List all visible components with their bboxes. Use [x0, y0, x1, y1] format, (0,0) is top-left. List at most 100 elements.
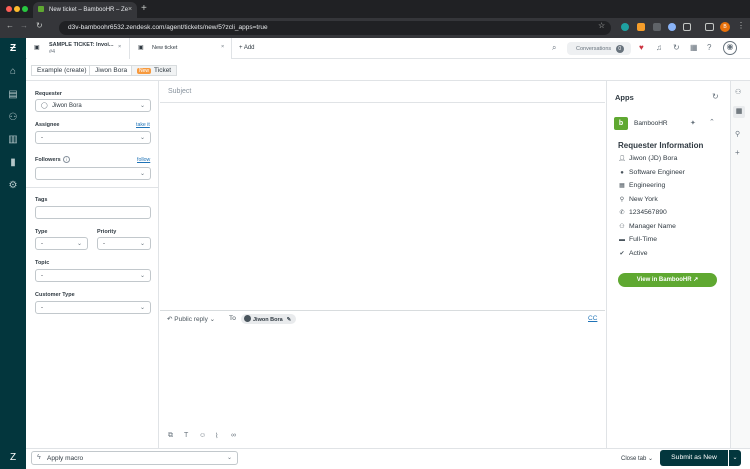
organizations-icon[interactable]: ▥: [7, 134, 19, 146]
reload-icon[interactable]: ↻: [36, 21, 43, 30]
breadcrumb-item[interactable]: Jiwon Bora: [89, 65, 134, 76]
close-tab-dropdown[interactable]: Close tab ⌄: [621, 455, 653, 462]
person-icon: 👤︎: [618, 156, 626, 162]
refresh-icon[interactable]: ↻: [673, 43, 680, 52]
bookmark-star-icon[interactable]: ☆: [598, 21, 605, 30]
extension-icon[interactable]: [668, 23, 676, 31]
ticket-tab-sample[interactable]: ▣ SAMPLE TICKET: Invoi... #4 ×: [27, 38, 130, 59]
products-grid-icon[interactable]: ▦: [690, 43, 698, 52]
reporting-icon[interactable]: ▮: [7, 157, 19, 169]
followers-field[interactable]: ⌄: [35, 167, 151, 180]
browser-menu-icon[interactable]: ⋮: [737, 21, 745, 30]
customers-icon[interactable]: ⚇: [7, 112, 19, 124]
notifications-bell-icon[interactable]: ♫: [656, 43, 662, 52]
tab-close-icon[interactable]: ×: [128, 6, 132, 13]
info-text: Manager Name: [629, 223, 676, 230]
apply-macro-dropdown[interactable]: ϟ Apply macro ⌄: [31, 451, 238, 465]
view-in-bamboohr-button[interactable]: View in BambooHR ↗: [618, 273, 717, 287]
breadcrumb-ticket[interactable]: New Ticket: [131, 65, 178, 76]
submit-options-chevron-icon[interactable]: ⌄: [729, 450, 741, 466]
type-select[interactable]: - ⌄: [35, 237, 88, 250]
ticket-icon: ▣: [34, 45, 40, 51]
customer-type-value: -: [41, 305, 43, 311]
assignee-value: -: [41, 135, 43, 141]
add-app-icon[interactable]: +: [735, 148, 740, 157]
recipient-chip[interactable]: Jiwon Bora ✎: [241, 314, 297, 324]
tab-close-icon[interactable]: ×: [221, 44, 224, 50]
requester-label: Requester: [35, 91, 62, 97]
ticket-tab-new[interactable]: ▣ New ticket ×: [130, 38, 232, 59]
info-row-department: ▦ Engineering: [618, 182, 665, 189]
back-arrow-icon[interactable]: ←: [6, 21, 14, 30]
add-tab-button[interactable]: + Add: [239, 45, 255, 51]
topic-select[interactable]: - ⌄: [35, 269, 151, 282]
reply-mode-label: Public reply: [174, 316, 208, 323]
requester-field[interactable]: ◯ Jiwon Bora ⌄: [35, 99, 151, 112]
extension-icon[interactable]: [653, 23, 661, 31]
priority-select[interactable]: - ⌄: [97, 237, 151, 250]
extensions-puzzle-icon[interactable]: [683, 23, 691, 31]
reply-body-input[interactable]: [160, 326, 605, 426]
check-icon: ✔: [619, 251, 625, 257]
emoji-icon[interactable]: ☺: [199, 432, 206, 439]
cc-link[interactable]: CC: [588, 315, 597, 322]
collapse-chevron-icon[interactable]: ⌃: [709, 118, 715, 126]
extension-icon[interactable]: [621, 23, 629, 31]
chevron-down-icon: ⌄: [646, 456, 654, 462]
info-row-name: 👤︎ Jiwon (JD) Bora: [618, 155, 677, 162]
reply-mode-dropdown[interactable]: ↶ Public reply ⌄: [167, 315, 215, 323]
browser-tab[interactable]: New ticket – BambooHR – Ze: [33, 2, 137, 18]
window-minimize-button[interactable]: [14, 6, 20, 12]
info-text: Full-Time: [629, 236, 658, 243]
take-it-link[interactable]: take it: [136, 122, 150, 128]
views-icon[interactable]: ▤: [7, 89, 19, 101]
assignee-field[interactable]: - ⌄: [35, 131, 151, 144]
pencil-icon[interactable]: ✎: [287, 317, 292, 323]
breadcrumb-item[interactable]: Example (create): [31, 65, 93, 76]
help-icon[interactable]: ?: [707, 43, 711, 52]
conversation-area: [160, 104, 605, 309]
topic-value: -: [41, 273, 43, 279]
window-zoom-button[interactable]: [22, 6, 28, 12]
search-icon[interactable]: ⌕: [552, 43, 556, 53]
tab-close-icon[interactable]: ×: [118, 44, 121, 50]
text-format-icon[interactable]: T: [184, 432, 188, 439]
zendesk-products-icon[interactable]: Z: [7, 452, 19, 464]
user-context-icon[interactable]: ⚇: [735, 88, 741, 96]
home-icon[interactable]: ⌂: [7, 66, 19, 78]
forward-arrow-icon[interactable]: →: [20, 21, 28, 30]
pin-app-icon[interactable]: ✦: [690, 119, 696, 127]
info-text: Engineering: [629, 182, 666, 189]
info-icon[interactable]: i: [63, 156, 70, 163]
external-link-icon: ↗: [691, 277, 699, 283]
follow-link[interactable]: follow: [137, 157, 150, 163]
new-tab-button[interactable]: +: [141, 3, 147, 14]
customer-type-select[interactable]: - ⌄: [35, 301, 151, 314]
window-close-button[interactable]: [6, 6, 12, 12]
profile-avatar[interactable]: B: [720, 22, 730, 32]
url-text: d3v-bamboohr6532.zendesk.com/agent/ticke…: [68, 24, 268, 31]
admin-gear-icon[interactable]: ⚙: [7, 180, 19, 192]
chevron-down-icon: ⌄: [226, 455, 232, 461]
url-bar[interactable]: d3v-bamboohr6532.zendesk.com/agent/ticke…: [59, 21, 611, 35]
chevron-down-icon: ⌄: [139, 103, 145, 109]
apps-title: Apps: [615, 93, 634, 102]
zendesk-logo-icon[interactable]: Ƶ: [7, 43, 19, 55]
compose-icon[interactable]: ⧉: [168, 432, 173, 440]
apps-notification-icon[interactable]: ♥: [639, 43, 644, 52]
link-icon[interactable]: ∞: [231, 432, 236, 439]
subject-input[interactable]: Subject: [168, 88, 191, 95]
conversations-button[interactable]: Conversations 0: [567, 42, 631, 55]
requester-value: Jiwon Bora: [52, 103, 82, 109]
chevron-down-icon: ⌄: [76, 241, 82, 247]
apps-grid-icon[interactable]: ▦: [733, 106, 745, 118]
tags-input[interactable]: [35, 206, 151, 219]
submit-button[interactable]: Submit as New: [660, 450, 728, 466]
sidepanel-icon[interactable]: [705, 23, 714, 31]
knowledge-icon[interactable]: ⚲: [735, 130, 740, 138]
avatar: [244, 315, 251, 322]
extension-icon[interactable]: [637, 23, 645, 31]
reload-apps-icon[interactable]: ↻: [712, 92, 719, 101]
user-avatar[interactable]: ◉: [723, 41, 737, 55]
attachment-icon[interactable]: ⌇: [215, 432, 218, 440]
